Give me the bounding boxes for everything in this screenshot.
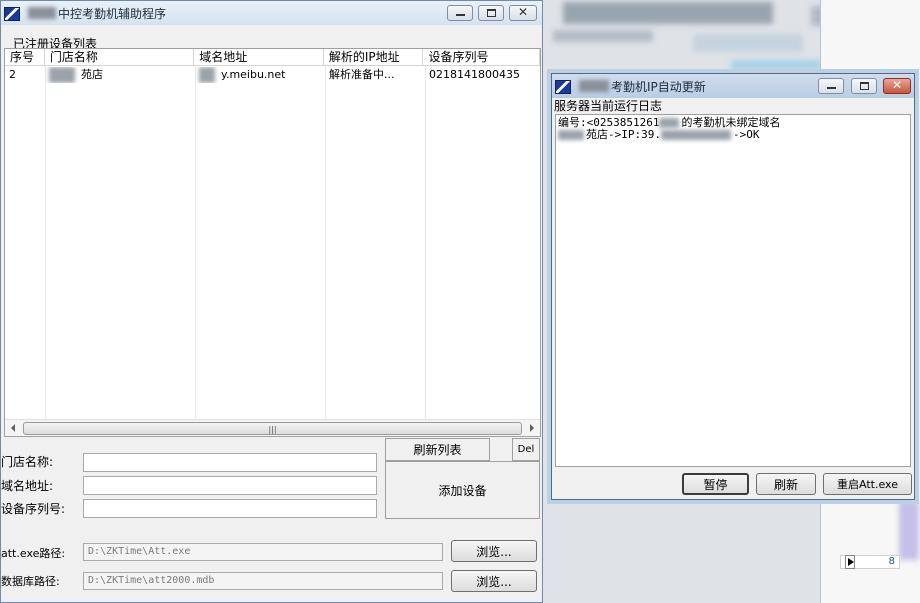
browse-db-button[interactable]: 浏览... [451, 570, 537, 592]
cell-serial: 0218141800435 [429, 68, 520, 81]
column-header-ip[interactable]: 解析的IP地址 [324, 49, 424, 66]
blurred-title [563, 2, 773, 24]
restart-att-button[interactable]: 重启Att.exe [823, 473, 912, 495]
app-icon [555, 78, 571, 94]
blurred-title-prefix [579, 80, 609, 92]
main-window: 中控考勤机辅助程序 ✕ 已注册设备列表 序号 门店名称 域名地址 解析的IP地址… [0, 0, 543, 603]
blurred-title-prefix [28, 7, 56, 19]
blurred-cell [899, 500, 919, 560]
db-path-field[interactable]: D:\ZKTime\att2000.mdb [83, 572, 443, 590]
cell-store: 苑店 [45, 67, 195, 83]
scroll-thumb[interactable]: ||| [23, 422, 522, 435]
refresh-button[interactable]: 刷新 [756, 473, 816, 495]
close-button[interactable]: ✕ [509, 5, 537, 21]
close-icon: ✕ [891, 78, 903, 92]
delete-button[interactable]: Del [512, 438, 540, 461]
maximize-button[interactable] [851, 78, 877, 94]
maximize-icon [860, 82, 869, 90]
domain-input[interactable] [83, 476, 377, 495]
minimize-button[interactable] [447, 5, 473, 21]
blurred-text [693, 34, 803, 52]
store-name-input[interactable] [83, 453, 377, 472]
device-list[interactable]: 序号 门店名称 域名地址 解析的IP地址 设备序列号 2 苑店 y.meibu.… [4, 48, 541, 437]
table-row[interactable]: 2 苑店 y.meibu.net 解析准备中... 0218141800435 [5, 67, 540, 83]
blurred-text [553, 30, 653, 42]
log-textarea[interactable]: 编号:<0253851261 的考勤机未绑定域名 苑店->IP:39. ->OK [555, 114, 911, 467]
cell-domain: y.meibu.net [195, 67, 325, 83]
cell-store-text: 苑店 [81, 68, 103, 81]
grid-line [195, 66, 196, 419]
blurred-text [558, 130, 584, 140]
log-line: 苑店->IP:39. ->OK [558, 129, 910, 141]
sub-titlebar: 考勤机IP自动更新 ✕ [552, 74, 914, 98]
store-name-label: 门店名称: [1, 455, 54, 469]
scroll-left-icon[interactable] [11, 424, 15, 432]
grip-icon: ||| [268, 425, 277, 434]
att-path-label: att.exe路径: [1, 547, 66, 560]
main-window-title: 中控考勤机辅助程序 [58, 6, 167, 21]
refresh-list-button[interactable]: 刷新列表 [385, 438, 490, 461]
column-header-store[interactable]: 门店名称 [45, 49, 195, 66]
grid-line [325, 66, 326, 419]
grid-line [45, 66, 46, 419]
close-button[interactable]: ✕ [883, 78, 911, 94]
pause-button[interactable]: 暂停 [682, 473, 749, 495]
blurred-text [49, 67, 75, 83]
domain-label: 域名地址: [1, 479, 54, 493]
device-list-header: 序号 门店名称 域名地址 解析的IP地址 设备序列号 [5, 49, 540, 66]
blurred-text [659, 118, 680, 128]
blurred-text [199, 67, 215, 83]
cell-domain-text: y.meibu.net [221, 68, 286, 81]
log-line-text: 的考勤机未绑定域名 [681, 116, 781, 129]
column-header-domain[interactable]: 域名地址 [194, 49, 324, 66]
maximize-button[interactable] [478, 5, 504, 21]
browse-att-button[interactable]: 浏览... [451, 540, 537, 562]
serial-label: 设备序列号: [1, 502, 66, 516]
column-header-serial[interactable]: 设备序列号 [423, 49, 540, 66]
close-icon: ✕ [517, 5, 529, 19]
add-device-button[interactable]: 添加设备 [385, 461, 540, 519]
cell-index: 2 [9, 68, 16, 81]
app-icon [4, 5, 20, 21]
minimize-button[interactable] [818, 78, 844, 94]
grid-line [425, 66, 426, 419]
row-pointer-icon [845, 555, 855, 569]
cell-ip: 解析准备中... [329, 68, 395, 81]
blurred-text [731, 60, 821, 70]
horizontal-scrollbar[interactable]: ||| [5, 419, 540, 436]
log-line-text: ->OK [732, 128, 760, 141]
serial-input[interactable] [83, 499, 377, 518]
att-path-field[interactable]: D:\ZKTime\Att.exe [83, 543, 443, 561]
minimize-icon [827, 87, 836, 89]
db-path-label: 数据库路径: [1, 575, 60, 588]
blurred-text [660, 130, 731, 140]
sub-window-title: 考勤机IP自动更新 [611, 79, 706, 94]
column-header-index[interactable]: 序号 [5, 49, 45, 66]
maximize-icon [487, 9, 496, 17]
ip-update-window: 考勤机IP自动更新 ✕ 服务器当前运行日志 编号:<0253851261 的考勤机… [551, 73, 915, 500]
log-line-text: 苑店->IP:39. [586, 128, 661, 141]
log-label: 服务器当前运行日志 [554, 99, 663, 113]
minimize-icon [456, 14, 465, 16]
main-titlebar: 中控考勤机辅助程序 ✕ [1, 1, 542, 25]
scroll-right-icon[interactable] [530, 424, 534, 432]
